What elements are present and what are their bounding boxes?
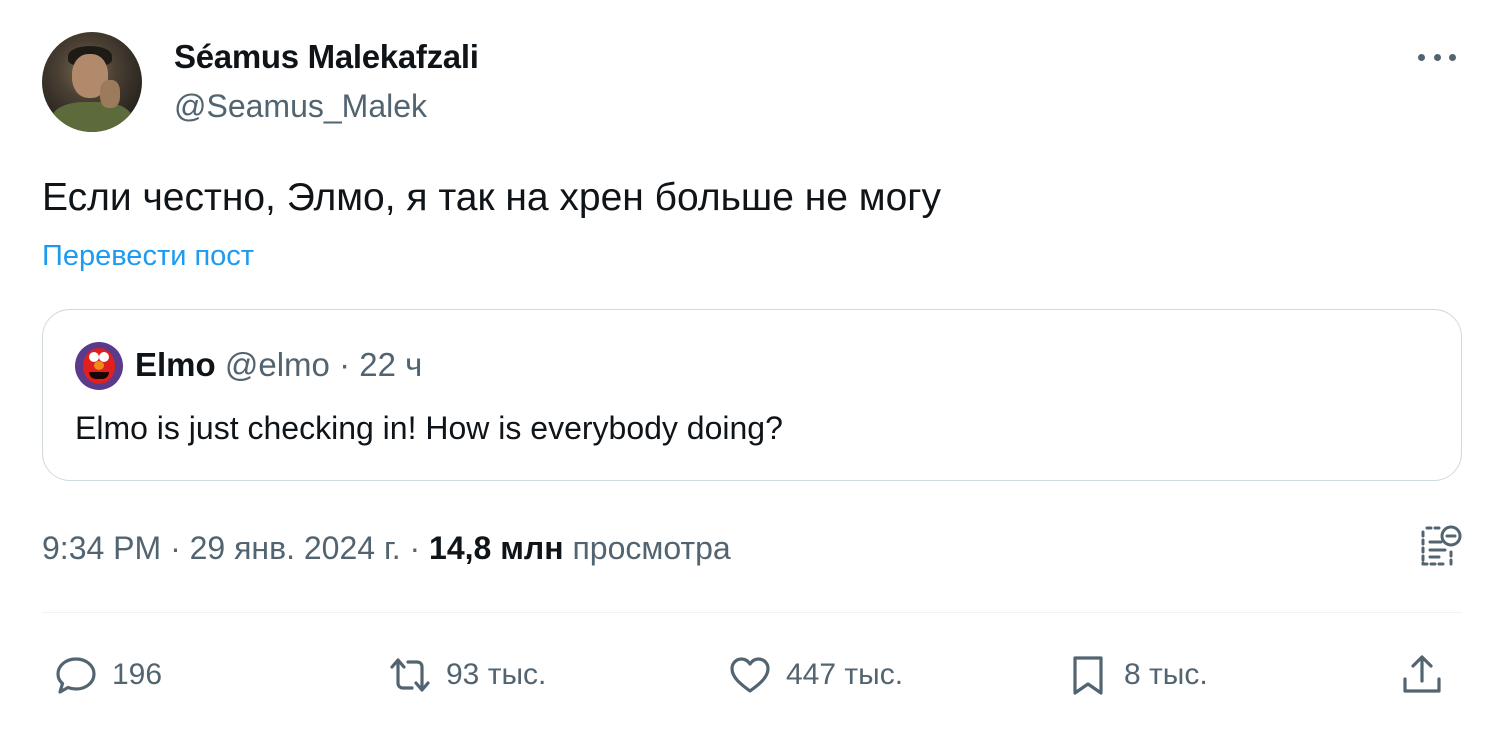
reply-icon: [56, 657, 96, 694]
share-icon: [1403, 655, 1441, 693]
quoted-author-avatar[interactable]: [75, 342, 123, 390]
quoted-author-handle[interactable]: @elmo: [225, 346, 330, 383]
heart-icon: [730, 657, 770, 693]
like-button[interactable]: 447 тыс.: [728, 650, 903, 700]
quoted-post-card[interactable]: Elmo @elmo · 22 ч Elmo is just checking …: [42, 309, 1462, 481]
post-time[interactable]: 9:34 PM: [42, 530, 161, 566]
share-button[interactable]: [1400, 650, 1444, 700]
separator-dot: ·: [339, 346, 351, 383]
post-meta: 9:34 PM · 29 янв. 2024 г. · 14,8 млн про…: [42, 530, 731, 567]
more-options-icon[interactable]: [1416, 44, 1458, 70]
repost-icon: [390, 658, 430, 692]
translate-post-link[interactable]: Перевести пост: [42, 240, 254, 273]
tweet: Séamus Malekafzali @Seamus_Malek Если че…: [0, 0, 1500, 729]
bookmark-icon: [1073, 656, 1103, 695]
meta-separator: ·: [161, 530, 190, 566]
reply-count: 196: [112, 658, 163, 691]
views-count: 14,8 млн: [429, 530, 564, 566]
quoted-post-time[interactable]: 22 ч: [359, 346, 422, 383]
quoted-post-header: Elmo @elmo · 22 ч: [135, 346, 422, 384]
reply-button[interactable]: 196: [54, 650, 162, 700]
repost-count: 93 тыс.: [446, 658, 547, 691]
quoted-author-name[interactable]: Elmo: [135, 346, 216, 383]
author-avatar[interactable]: [42, 32, 142, 132]
quoted-post-text: Elmo is just checking in! How is everybo…: [75, 410, 783, 446]
post-text: Если честно, Элмо, я так на хрен больше …: [42, 176, 942, 219]
repost-button[interactable]: 93 тыс.: [388, 650, 546, 700]
author-display-name[interactable]: Séamus Malekafzali: [174, 38, 479, 76]
bookmark-count: 8 тыс.: [1124, 658, 1208, 691]
like-count: 447 тыс.: [786, 658, 904, 691]
views-label: просмотра: [563, 530, 731, 566]
post-date[interactable]: 29 янв. 2024 г.: [190, 530, 401, 566]
meta-separator: ·: [400, 530, 430, 566]
post-analytics-icon[interactable]: [1417, 522, 1463, 568]
author-handle[interactable]: @Seamus_Malek: [174, 88, 427, 125]
divider: [42, 612, 1462, 613]
bookmark-button[interactable]: 8 тыс.: [1066, 650, 1208, 700]
